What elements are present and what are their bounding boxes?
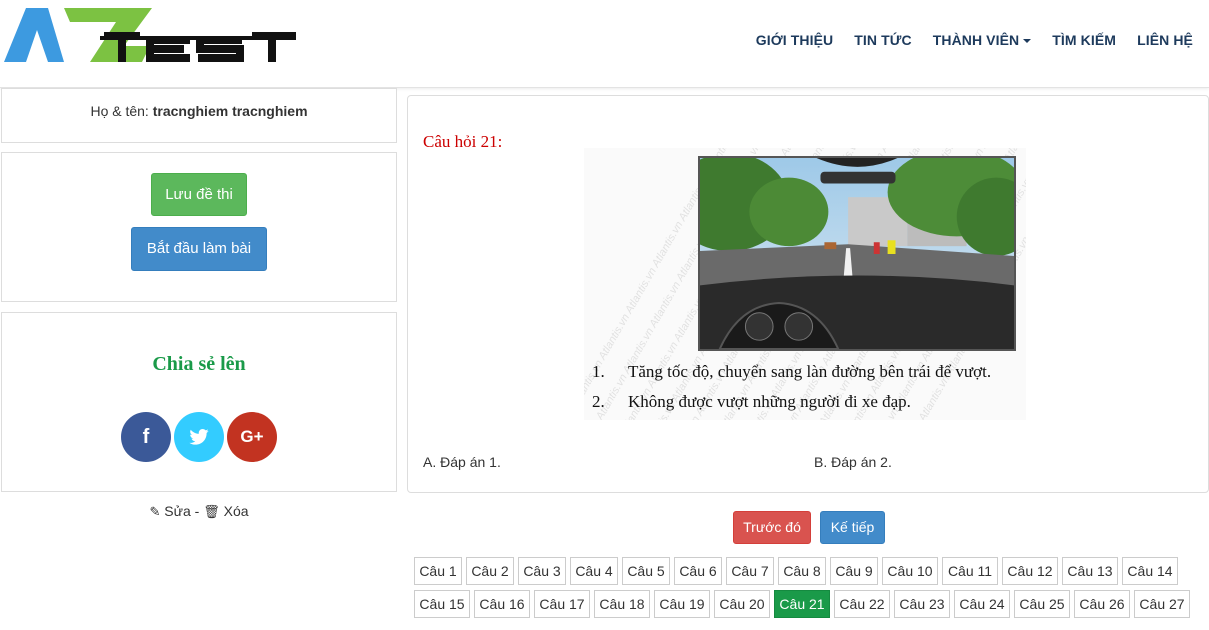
question-jump-button[interactable]: Câu 23 [894,590,950,618]
google-plus-share-button[interactable]: G+ [227,412,277,462]
nav-gioi-thieu[interactable]: GIỚI THIỆU [756,32,834,48]
question-jump-button[interactable]: Câu 13 [1062,557,1118,585]
nav-tin-tuc[interactable]: TIN TỨC [854,32,911,48]
user-name-label: Họ & tên: [90,103,153,119]
nav-thanh-vien-label: THÀNH VIÊN [932,32,1020,48]
statement-1-text: Tăng tốc độ, chuyển sang làn đường bên t… [628,362,992,381]
question-jump-button[interactable]: Câu 16 [474,590,530,618]
question-jump-button[interactable]: Câu 19 [654,590,710,618]
trash-icon: 🗑 [203,504,220,519]
question-jump-button[interactable]: Câu 8 [778,557,826,585]
question-jump-button[interactable]: Câu 27 [1134,590,1190,618]
share-panel: Chia sẻ lên f G+ [1,312,397,492]
question-jump-button[interactable]: Câu 7 [726,557,774,585]
start-exam-button[interactable]: Bắt đầu làm bài [131,227,267,271]
previous-button[interactable]: Trước đó [733,511,811,544]
question-jump-button[interactable]: Câu 22 [834,590,890,618]
question-title: Câu hỏi 21: [423,132,503,151]
question-jump-button[interactable]: Câu 18 [594,590,650,618]
share-title: Chia sẻ lên [152,353,246,375]
question-jump-button[interactable]: Câu 5 [622,557,670,585]
question-jump-button[interactable]: Câu 24 [954,590,1010,618]
aztest-logo[interactable] [4,4,306,66]
answer-option-b[interactable]: B. Đáp án 2. [814,454,892,470]
question-card: Câu hỏi 21: Atlantis.vn Atlantis.vn Atla… [407,95,1209,493]
statement-1-number: 1. [592,362,605,381]
question-jump-button[interactable]: Câu 1 [414,557,462,585]
question-jump-button[interactable]: Câu 9 [830,557,878,585]
user-info-panel: Họ & tên: tracnghiem tracnghiem [1,88,397,143]
question-image: Atlantis.vn Atlantis.vn Atlantis.vn Atla… [584,148,1026,420]
question-jump-button[interactable]: Câu 6 [674,557,722,585]
caret-down-icon [1023,39,1032,44]
question-jump-button[interactable]: Câu 2 [466,557,514,585]
question-jump-button[interactable]: Câu 15 [414,590,470,618]
question-jump-button[interactable]: Câu 10 [882,557,938,585]
nav-thanh-vien[interactable]: THÀNH VIÊN [933,32,1032,48]
road-photo [698,156,1016,351]
question-jump-button[interactable]: Câu 11 [942,557,998,585]
question-jump-button[interactable]: Câu 26 [1074,590,1130,618]
question-jump-button[interactable]: Câu 3 [518,557,566,585]
exam-actions-panel: Lưu đề thi Bắt đầu làm bài [1,152,397,302]
google-plus-icon: G+ [240,427,264,446]
statement-2-number: 2. [592,392,605,411]
nav-lien-he[interactable]: LIÊN HỆ [1137,32,1193,48]
nav-tim-kiem[interactable]: TÌM KIẾM [1052,32,1116,48]
main-nav: GIỚI THIỆU TIN TỨC THÀNH VIÊN TÌM KIẾM L… [756,32,1193,48]
question-jump-button[interactable]: Câu 21 [774,590,830,618]
question-grid-row: Câu 15 Câu 16 Câu 17 Câu 18 Câu 19 Câu 20 Câu … [414,590,1194,618]
question-jump-button[interactable]: Câu 20 [714,590,770,618]
delete-link[interactable]: Xóa [224,503,249,519]
statement-1: 1. Tăng tốc độ, chuyển sang làn đường bên… [592,362,991,382]
edit-icon: ✎ [149,504,161,519]
next-button[interactable]: Kế tiếp [820,511,885,544]
question-jump-button[interactable]: Câu 14 [1122,557,1178,585]
edit-link[interactable]: Sửa [164,503,191,519]
user-name-value: tracnghiem tracnghiem [152,103,308,119]
twitter-icon [189,429,209,445]
statement-2-text: Không được vượt những người đi xe đạp. [628,392,911,411]
user-name-line: Họ & tên: tracnghiem tracnghiem [2,103,396,119]
save-exam-button[interactable]: Lưu đề thi [151,173,247,216]
facebook-share-button[interactable]: f [121,412,171,462]
question-grid-row: Câu 1 Câu 2 Câu 3 Câu 4 Câu 5 Câu 6 Câu 7 Câu 8… [414,557,1182,585]
question-jump-button[interactable]: Câu 12 [1002,557,1058,585]
question-jump-button[interactable]: Câu 25 [1014,590,1070,618]
question-jump-button[interactable]: Câu 17 [534,590,590,618]
facebook-icon: f [142,426,150,448]
question-jump-button[interactable]: Câu 4 [570,557,618,585]
statement-2: 2. Không được vượt những người đi xe đạp. [592,392,911,412]
answer-option-a[interactable]: A. Đáp án 1. [423,454,501,470]
edit-delete-links: ✎ Sửa - 🗑 Xóa [1,503,397,520]
site-header: GIỚI THIỆU TIN TỨC THÀNH VIÊN TÌM KIẾM L… [0,0,1209,88]
twitter-share-button[interactable] [174,412,224,462]
edit-separator: - [190,503,204,519]
